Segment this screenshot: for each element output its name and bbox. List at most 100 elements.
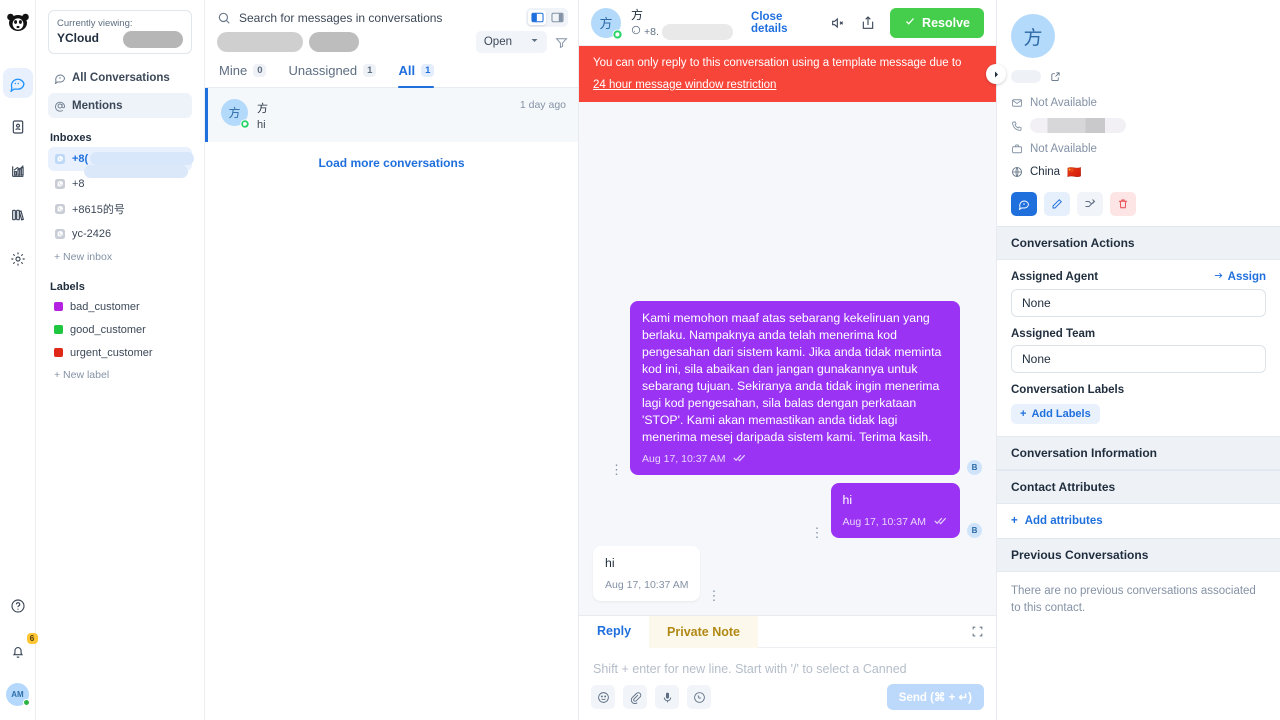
notification-count-badge: 6 — [26, 633, 38, 644]
chevron-right-icon[interactable] — [986, 64, 1006, 84]
search-input[interactable]: Search for messages in conversations — [239, 11, 518, 25]
sidebar-item-label: All Conversations — [72, 71, 170, 84]
sidebar-label-text: bad_customer — [70, 300, 140, 313]
sidebar-inbox-1[interactable]: +8 — [48, 165, 192, 196]
label-color-swatch — [54, 302, 63, 311]
double-check-icon — [934, 514, 948, 531]
expand-icon[interactable] — [971, 625, 996, 638]
chat-header: 方 方 +8. Close details Resolve — [579, 0, 996, 46]
chat-header-actions: Resolve — [830, 7, 984, 38]
banner-link[interactable]: 24 hour message window restriction — [593, 77, 776, 93]
sidebar-inbox-3[interactable]: yc-2426 — [48, 222, 192, 246]
sidebar-label-text: urgent_customer — [70, 346, 153, 359]
sidebar-label-good-customer[interactable]: good_customer — [48, 318, 192, 341]
message-menu-icon[interactable]: ⋮ — [804, 526, 831, 539]
assigned-team-select[interactable]: None — [1011, 345, 1266, 373]
resolve-button[interactable]: Resolve — [890, 7, 984, 38]
sidebar-item-mentions[interactable]: Mentions — [48, 93, 192, 118]
tab-mine[interactable]: Mine 0 — [219, 63, 267, 87]
layout-toggle-group[interactable] — [526, 8, 568, 27]
new-inbox-button[interactable]: + New inbox — [48, 251, 192, 263]
speaker-mute-icon[interactable] — [830, 15, 846, 31]
add-attributes-button[interactable]: + Add attributes — [997, 504, 1280, 538]
redacted-contact-name — [1011, 69, 1041, 83]
contact-action-buttons — [1011, 192, 1266, 216]
tab-count: 0 — [253, 64, 267, 77]
edit-contact-button[interactable] — [1044, 192, 1070, 216]
rail-item-contacts[interactable] — [3, 112, 33, 142]
labels-heading: Labels — [50, 281, 85, 293]
close-details-button[interactable]: Close details — [751, 11, 820, 35]
rail-item-conversations[interactable] — [2, 68, 33, 98]
label-color-swatch — [54, 325, 63, 334]
conversation-list-item[interactable]: 方 方 hi 1 day ago — [205, 88, 578, 142]
sidebar-item-label: Mentions — [72, 99, 123, 112]
section-contact-attributes[interactable]: Contact Attributes — [997, 470, 1280, 504]
chat-contact-channel: +8. — [631, 23, 734, 40]
section-previous-conversations[interactable]: Previous Conversations — [997, 538, 1280, 572]
section-conversation-actions[interactable]: Conversation Actions — [997, 226, 1280, 260]
panel-left-icon[interactable] — [528, 10, 546, 25]
assigned-agent-select[interactable]: None — [1011, 289, 1266, 317]
rail-item-settings[interactable] — [3, 244, 33, 274]
external-link-icon[interactable] — [1050, 71, 1061, 82]
panel-right-icon[interactable] — [548, 10, 566, 25]
at-icon — [54, 100, 66, 112]
message-text: hi — [605, 556, 615, 570]
envelope-icon — [1011, 97, 1023, 109]
tab-unassigned[interactable]: Unassigned 1 — [288, 63, 377, 87]
help-circle-icon[interactable] — [3, 591, 33, 621]
conversation-summary: 方 hi — [257, 99, 511, 131]
smiley-icon[interactable] — [591, 685, 615, 709]
merge-contact-button[interactable] — [1077, 192, 1103, 216]
sidebar-item-all-conversations[interactable]: All Conversations — [48, 65, 192, 90]
sidebar-label-text: good_customer — [70, 323, 146, 336]
delete-contact-button[interactable] — [1110, 192, 1136, 216]
rail-item-reports[interactable] — [3, 156, 33, 186]
paperclip-icon[interactable] — [623, 685, 647, 709]
template-restriction-banner: You can only reply to this conversation … — [579, 46, 1006, 102]
section-conversation-information[interactable]: Conversation Information — [997, 436, 1280, 470]
load-more-conversations-button[interactable]: Load more conversations — [205, 142, 578, 184]
sender-badge: B — [967, 523, 982, 538]
new-label-button[interactable]: + New label — [48, 369, 192, 381]
tab-all[interactable]: All 1 — [398, 63, 435, 88]
sidebar-inbox-label: +8( — [72, 153, 89, 165]
avatar-initials: AM — [11, 690, 24, 699]
sidebar-inbox-2[interactable]: +8615的号 — [48, 197, 192, 221]
status-filter-dropdown[interactable]: Open — [475, 31, 547, 53]
sidebar-label-urgent-customer[interactable]: urgent_customer — [48, 341, 192, 364]
rail-item-campaigns[interactable] — [3, 200, 33, 230]
message-row: ⋮ Kami memohon maaf atas sebarang kekeli… — [593, 301, 982, 476]
banner-text: You can only reply to this conversation … — [593, 57, 962, 69]
message-meta: Aug 17, 10:37 AM — [642, 451, 948, 468]
account-selector[interactable]: Currently viewing: YCloud — [48, 10, 192, 54]
conversation-contact-name: 方 — [257, 103, 268, 115]
tab-label: Unassigned — [288, 63, 358, 78]
search-bar[interactable]: Search for messages in conversations — [205, 0, 578, 29]
notifications-bell-icon[interactable]: 6 — [3, 633, 38, 667]
plus-icon: + — [1020, 408, 1027, 420]
message-menu-icon[interactable]: ⋮ — [603, 463, 630, 476]
send-button[interactable]: Send (⌘ + ↵) — [886, 684, 984, 710]
reply-textarea[interactable]: Shift + enter for new line. Start with '… — [579, 648, 996, 684]
tab-label: Mine — [219, 63, 248, 78]
message-contact-button[interactable] — [1011, 192, 1037, 216]
tab-private-note[interactable]: Private Note — [649, 615, 758, 648]
add-labels-button[interactable]: + Add Labels — [1011, 404, 1100, 424]
assign-agent-link[interactable]: Assign — [1213, 270, 1266, 284]
share-box-icon[interactable] — [860, 15, 876, 31]
whatsapp-icon[interactable] — [687, 685, 711, 709]
app-root: 6 AM Currently viewing: YCloud All Conve… — [0, 0, 1280, 720]
sidebar-label-bad-customer[interactable]: bad_customer — [48, 295, 192, 318]
tab-count: 1 — [421, 64, 435, 77]
tab-reply[interactable]: Reply — [579, 615, 650, 648]
message-bubble-outgoing: hi Aug 17, 10:37 AM — [830, 483, 960, 538]
user-avatar[interactable]: AM — [6, 683, 30, 706]
message-menu-icon[interactable]: ⋮ — [700, 589, 727, 602]
microphone-icon[interactable] — [655, 685, 679, 709]
label-color-swatch — [54, 348, 63, 357]
contact-company-value: Not Available — [1030, 142, 1097, 155]
funnel-icon[interactable] — [555, 36, 568, 49]
whatsapp-icon — [612, 28, 623, 40]
